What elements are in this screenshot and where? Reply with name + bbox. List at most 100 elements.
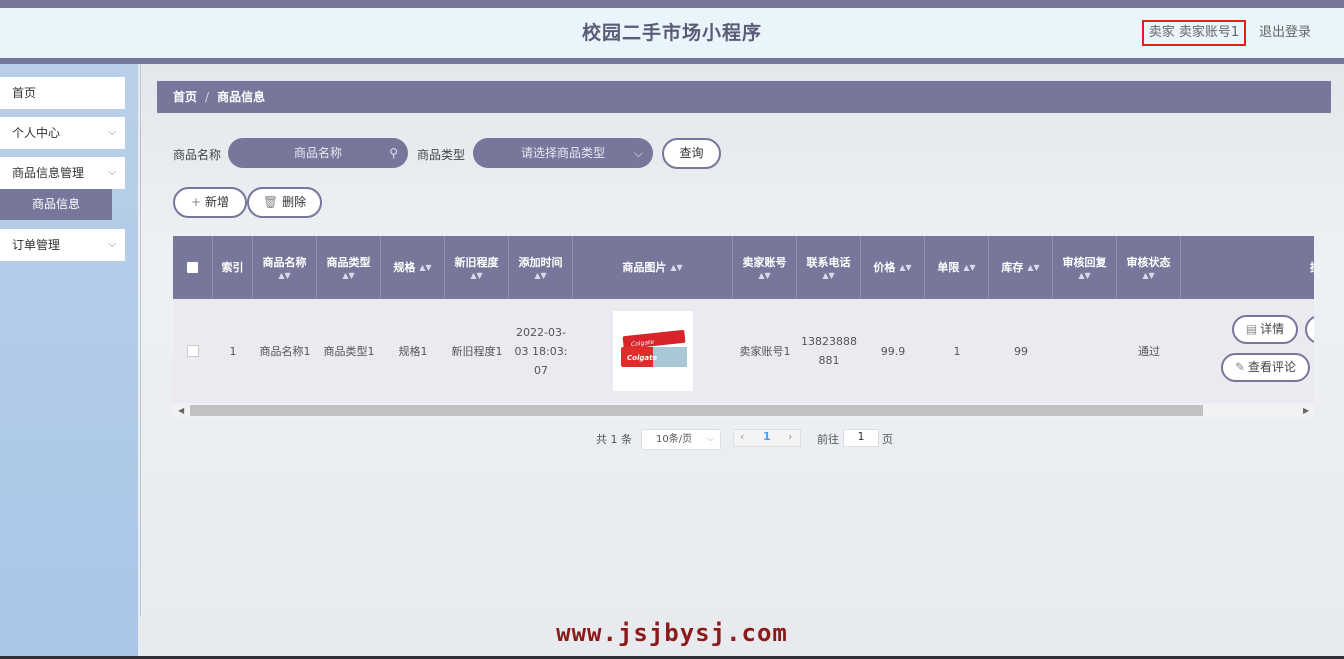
product-table: 索引 商品名称 ▲▼ 商品类型 ▲▼ 规格 ▲▼ 新旧程度 ▲▼ 添加时间 ▲▼ 商品图片… xyxy=(173,236,1314,418)
col-seller[interactable]: 卖家账号 ▲▼ xyxy=(733,236,797,299)
sort-icon[interactable]: ▲▼ xyxy=(1027,263,1039,273)
col-stock-label: 库存 xyxy=(1001,260,1024,274)
pager-total: 共 1 条 xyxy=(596,433,632,446)
product-name-label: 商品名称 xyxy=(173,148,222,162)
header: 校园二手市场小程序 卖家 卖家账号1 退出登录 xyxy=(0,8,1344,64)
col-condition[interactable]: 新旧程度 ▲▼ xyxy=(445,236,509,299)
sort-icon[interactable]: ▲▼ xyxy=(822,271,834,281)
view-comments-label: 查看评论 xyxy=(1248,360,1297,374)
row-checkbox[interactable] xyxy=(187,345,199,357)
product-type-select[interactable]: 请选择商品类型 ⌵ xyxy=(473,138,653,168)
sidebar-item-label: 首页 xyxy=(12,86,37,100)
add-button[interactable]: + 新增 xyxy=(173,187,247,218)
sidebar-subitem-product-info[interactable]: 商品信息 xyxy=(0,189,112,220)
top-strip xyxy=(0,0,1344,8)
sort-icon[interactable]: ▲▼ xyxy=(1142,271,1154,281)
pager-pages: ‹ 1 › xyxy=(733,429,801,447)
breadcrumb-home[interactable]: 首页 xyxy=(173,90,197,104)
trash-icon: 🗑 xyxy=(262,195,279,209)
prev-page-icon[interactable]: ‹ xyxy=(740,430,744,444)
col-spec-label: 规格 xyxy=(393,260,416,274)
cell-image: Colgate Colgate xyxy=(573,299,733,403)
scroll-left-icon[interactable]: ◀ xyxy=(178,403,184,418)
col-spec[interactable]: 规格 ▲▼ xyxy=(381,236,445,299)
sidebar: 首页 个人中心 ⌵ 商品信息管理 ⌵ 商品信息 订单管理 ⌵ xyxy=(0,64,138,659)
sidebar-item-home[interactable]: 首页 xyxy=(0,77,125,109)
sort-icon[interactable]: ▲▼ xyxy=(534,271,546,281)
product-image[interactable]: Colgate Colgate xyxy=(613,311,693,391)
page-unit: 页 xyxy=(882,433,893,446)
current-page[interactable]: 1 xyxy=(763,430,771,444)
select-all-checkbox[interactable] xyxy=(187,262,198,273)
document-icon: ▤ xyxy=(1245,322,1258,336)
col-review-reply-label: 审核回复 xyxy=(1062,255,1107,269)
logout-link[interactable]: 退出登录 xyxy=(1259,22,1311,44)
col-limit[interactable]: 单限 ▲▼ xyxy=(925,236,989,299)
col-image[interactable]: 商品图片 ▲▼ xyxy=(573,236,733,299)
page-size-select[interactable]: 10条/页 ⌵ xyxy=(641,429,721,450)
col-stock[interactable]: 库存 ▲▼ xyxy=(989,236,1053,299)
cell-added: 2022-03-03 18:03:07 xyxy=(514,325,568,377)
product-image-logo-front: Colgate xyxy=(627,354,658,362)
col-index: 索引 xyxy=(213,236,253,299)
sidebar-item-label: 个人中心 xyxy=(12,126,61,140)
col-review-reply[interactable]: 审核回复 ▲▼ xyxy=(1053,236,1117,299)
sort-icon[interactable]: ▲▼ xyxy=(419,263,431,273)
sort-icon[interactable]: ▲▼ xyxy=(470,271,482,281)
chevron-down-icon: ⌵ xyxy=(108,239,116,250)
next-page-icon[interactable]: › xyxy=(788,430,792,444)
col-name[interactable]: 商品名称 ▲▼ xyxy=(253,236,317,299)
sort-icon[interactable]: ▲▼ xyxy=(899,263,911,273)
sidebar-item-order-management[interactable]: 订单管理 ⌵ xyxy=(0,229,125,261)
delete-button[interactable]: 🗑 删除 xyxy=(247,187,322,218)
view-comments-button[interactable]: ✎ 查看评论 xyxy=(1221,353,1310,382)
col-price[interactable]: 价格 ▲▼ xyxy=(861,236,925,299)
plus-icon: + xyxy=(190,195,202,209)
col-added[interactable]: 添加时间 ▲▼ xyxy=(509,236,573,299)
add-button-label: 新增 xyxy=(205,195,230,209)
goto-label: 前往 xyxy=(817,433,839,446)
cell-price: 99.9 xyxy=(880,344,906,358)
col-phone[interactable]: 联系电话 ▲▼ xyxy=(797,236,861,299)
col-added-label: 添加时间 xyxy=(518,255,563,269)
col-limit-label: 单限 xyxy=(937,260,960,274)
detail-button[interactable]: ▤ 详情 xyxy=(1232,315,1298,344)
horizontal-scrollbar[interactable]: ◀ ▶ xyxy=(173,403,1314,418)
chevron-down-icon: ⌵ xyxy=(707,434,714,444)
cell-review-reply xyxy=(1053,299,1117,403)
goto-page-input[interactable]: 1 xyxy=(843,429,879,447)
sort-icon[interactable]: ▲▼ xyxy=(758,271,770,281)
query-button[interactable]: 查询 xyxy=(662,138,721,169)
sidebar-divider xyxy=(140,64,141,616)
sort-icon[interactable]: ▲▼ xyxy=(278,271,290,281)
col-image-label: 商品图片 xyxy=(622,260,667,274)
cell-actions: ▤ 详情 ✎ 查看评论 xyxy=(1181,299,1314,403)
col-condition-label: 新旧程度 xyxy=(454,255,499,269)
sidebar-item-product-management[interactable]: 商品信息管理 ⌵ xyxy=(0,157,125,189)
more-action-button[interactable] xyxy=(1305,315,1314,344)
col-type-label: 商品类型 xyxy=(326,255,371,269)
product-name-input[interactable]: 商品名称 ⚲ xyxy=(228,138,408,168)
scroll-right-icon[interactable]: ▶ xyxy=(1303,403,1309,418)
table-row: 1 商品名称1 商品类型1 规格1 新旧程度1 2022-03-03 18:03… xyxy=(173,299,1314,403)
watermark: www.jsjbysj.com xyxy=(556,619,788,647)
cell-index: 1 xyxy=(229,344,237,358)
col-index-label: 索引 xyxy=(221,260,244,274)
scroll-thumb[interactable] xyxy=(190,405,1203,416)
sort-icon[interactable]: ▲▼ xyxy=(1078,271,1090,281)
cell-seller: 卖家账号1 xyxy=(739,344,791,358)
col-phone-label: 联系电话 xyxy=(806,255,851,269)
product-name-placeholder: 商品名称 xyxy=(293,146,342,160)
sort-icon[interactable]: ▲▼ xyxy=(670,263,682,273)
cell-condition: 新旧程度1 xyxy=(451,344,503,358)
row-select-cell xyxy=(173,299,213,403)
sidebar-item-personal-center[interactable]: 个人中心 ⌵ xyxy=(0,117,125,149)
breadcrumb-current: 商品信息 xyxy=(217,90,266,104)
cell-name: 商品名称1 xyxy=(259,344,311,358)
col-type[interactable]: 商品类型 ▲▼ xyxy=(317,236,381,299)
sort-icon[interactable]: ▲▼ xyxy=(342,271,354,281)
col-review-status[interactable]: 审核状态 ▲▼ xyxy=(1117,236,1181,299)
chevron-down-icon: ⌵ xyxy=(108,127,116,138)
chevron-down-icon: ⌵ xyxy=(108,167,116,178)
sort-icon[interactable]: ▲▼ xyxy=(963,263,975,273)
